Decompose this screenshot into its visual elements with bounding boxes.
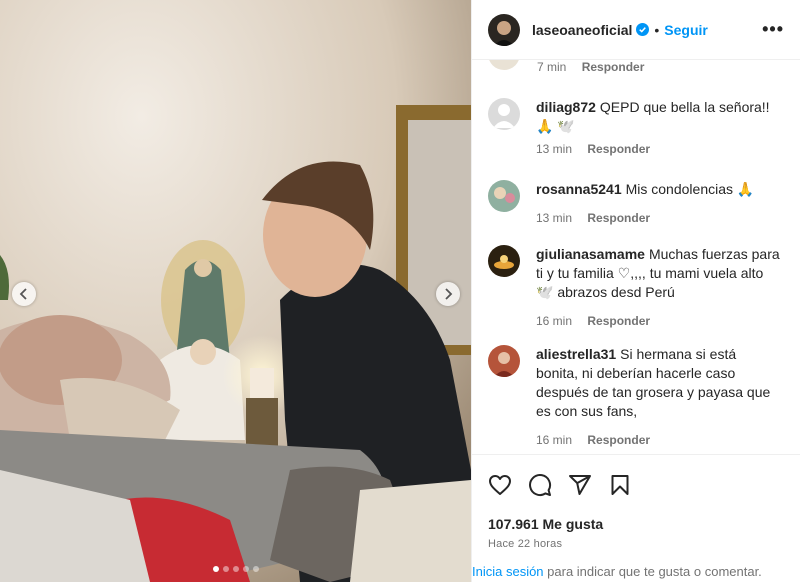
carousel-dot <box>222 566 229 572</box>
author-avatar[interactable] <box>488 13 520 46</box>
bookmark-icon[interactable] <box>608 473 632 497</box>
next-image-button[interactable] <box>436 282 460 306</box>
post-viewer: laseoaneoficial • Seguir ••• 7 min Respo… <box>0 0 800 582</box>
post-image[interactable] <box>0 0 471 582</box>
commenter-avatar[interactable] <box>488 245 520 277</box>
avatar-image <box>488 345 520 377</box>
carousel-dot <box>212 566 219 572</box>
carousel-dot <box>232 566 239 572</box>
avatar-image <box>488 245 520 277</box>
login-prompt-text: para indicar que te gusta o comentar. <box>543 564 762 579</box>
commenter-username[interactable]: rosanna5241 <box>536 181 622 197</box>
login-prompt: Inicia sesión para indicar que te gusta … <box>472 564 800 579</box>
commenter-avatar[interactable] <box>488 345 520 377</box>
follow-button[interactable]: Seguir <box>664 22 708 38</box>
comments-list[interactable]: 7 min Responder diliag872 QEPD que bella … <box>472 60 800 454</box>
carousel-dot <box>252 566 259 572</box>
comment-item: aliestrella31 Si hermana si está bonita, … <box>488 345 788 447</box>
partial-comment-meta: 7 min Responder <box>537 60 644 74</box>
chevron-right-icon <box>445 288 453 300</box>
post-photo <box>0 0 471 582</box>
post-time: Hace 22 horas <box>488 538 563 550</box>
reply-button[interactable]: Responder <box>587 433 650 447</box>
carousel-dots <box>0 566 471 572</box>
carousel-dot <box>242 566 249 572</box>
separator-dot: • <box>654 21 660 38</box>
more-options-button[interactable]: ••• <box>762 19 784 40</box>
comment-icon[interactable] <box>528 473 552 497</box>
comment-item: diliag872 QEPD que bella la señora!!🙏 🕊️ … <box>488 98 788 156</box>
partial-comment-avatar <box>488 60 520 70</box>
comment-time: 13 min <box>536 142 573 156</box>
commenter-username[interactable]: diliag872 <box>536 99 596 115</box>
comment-time: 16 min <box>536 314 573 328</box>
post-side-panel: laseoaneoficial • Seguir ••• 7 min Respo… <box>471 0 800 582</box>
avatar-image <box>488 13 520 46</box>
comment-item: giulianasamame Muchas fuerzas para ti y t… <box>488 245 788 328</box>
author-username[interactable]: laseoaneoficial <box>532 22 632 38</box>
avatar-image <box>488 180 520 212</box>
share-icon[interactable] <box>568 473 592 497</box>
like-count[interactable]: 107.961 Me gusta <box>472 516 800 532</box>
reply-button[interactable]: Responder <box>587 314 650 328</box>
commenter-avatar[interactable] <box>488 98 520 130</box>
commenter-avatar[interactable] <box>488 180 520 212</box>
comment-time: 16 min <box>536 433 573 447</box>
heart-icon[interactable] <box>488 473 512 497</box>
login-link[interactable]: Inicia sesión <box>472 564 544 579</box>
verified-icon <box>636 23 650 36</box>
comment-item: rosanna5241 Mis condolencias 🙏 13 min Res… <box>488 180 788 225</box>
comment-time: 7 min <box>537 60 567 74</box>
reply-button[interactable]: Responder <box>587 142 650 156</box>
comment-text: Mis condolencias 🙏 <box>625 181 755 197</box>
commenter-username[interactable]: giulianasamame <box>536 246 645 262</box>
post-header: laseoaneoficial • Seguir ••• <box>472 0 800 60</box>
post-actions <box>472 454 800 514</box>
chevron-left-icon <box>19 288 27 300</box>
reply-button[interactable]: Responder <box>582 60 645 74</box>
commenter-username[interactable]: aliestrella31 <box>536 346 616 362</box>
default-avatar-icon <box>488 98 520 130</box>
previous-image-button[interactable] <box>12 282 36 306</box>
comment-time: 13 min <box>536 211 573 225</box>
reply-button[interactable]: Responder <box>587 211 650 225</box>
